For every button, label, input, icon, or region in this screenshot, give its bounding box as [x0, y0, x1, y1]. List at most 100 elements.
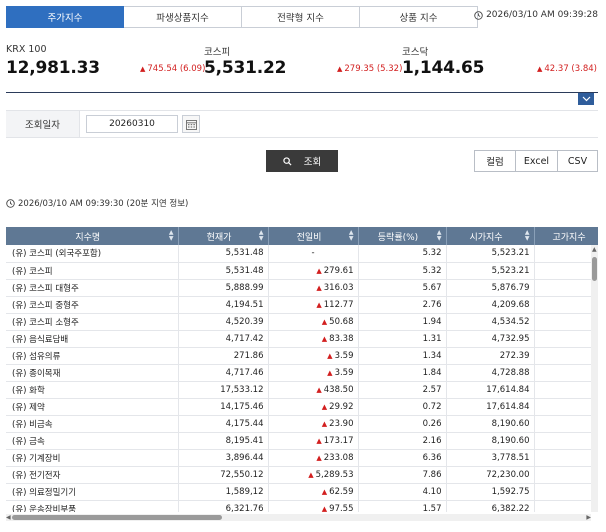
table-row[interactable]: (유) 제약 14,175.46 ▲29.92 0.72 17,614.84 17 [6, 398, 598, 416]
cell-open: 4,728.88 [446, 364, 535, 382]
cell-index-name: (유) 코스피 [6, 262, 179, 280]
cell-current-price-text: 271.86 [233, 350, 264, 361]
table-row[interactable]: (유) 기계장비 3,896.44 ▲233.08 6.36 3,778.51 3 [6, 449, 598, 467]
header-change[interactable]: 전일비 ▲ ▼ [268, 227, 359, 245]
table-header-row: 지수명 ▲ ▼ 현재가 ▲ ▼ 전일비 ▲ ▼ 등락률(%) ▲ ▼ 시가지수 ▲ ▼ 고가지수 [6, 227, 598, 245]
table-row[interactable]: (유) 운송장비부품 6,321.76 ▲97.55 1.57 6,382.22 6 [6, 500, 598, 512]
tab-strategy-index[interactable]: 전략형 지수 [242, 6, 360, 28]
cell-open-text: 6,382.22 [491, 503, 530, 513]
date-filter: 조회일자 [6, 110, 598, 138]
cell-index-name: (유) 코스피 (외국주포함) [6, 245, 179, 263]
table-row[interactable]: (유) 코스피 대형주 5,888.99 ▲316.03 5.67 5,876.79 5 [6, 279, 598, 297]
search-button[interactable]: 조회 [266, 150, 338, 172]
table-row[interactable]: (유) 종이목재 4,717.46 ▲3.59 1.84 4,728.88 4 [6, 364, 598, 382]
scroll-up-icon[interactable]: ▲ [592, 246, 597, 253]
tab-stock-index[interactable]: 주가지수 [6, 6, 124, 28]
cell-change-text: 233.08 [323, 452, 354, 463]
excel-button[interactable]: Excel [516, 150, 558, 172]
timestamp-delay-text: 2026/03/10 AM 09:39:30 (20분 지연 정보) [18, 199, 189, 209]
cell-index-name-text: (유) 코스피 중형주 [12, 300, 79, 311]
horizontal-scrollbar[interactable]: ◀ ▶ [6, 514, 591, 521]
cell-index-name: (유) 섬유의류 [6, 347, 179, 365]
cell-index-name-text: (유) 코스피 (외국주포함) [12, 249, 102, 260]
vertical-scrollbar[interactable]: ▲ [591, 245, 598, 512]
cell-current-price: 4,520.39 [178, 313, 269, 331]
table-row[interactable]: (유) 섬유의류 271.86 ▲ 3.59 1.34 272.39 [6, 347, 598, 365]
cell-current-price: 17,533.12 [178, 381, 269, 399]
header-open[interactable]: 시가지수 ▲ ▼ [446, 227, 535, 245]
table-row[interactable]: (유) 화학 17,533.12 ▲438.50 2.57 17,614.84 17 [6, 381, 598, 399]
scroll-right-icon[interactable]: ▶ [586, 514, 591, 521]
cell-high: 6 [534, 500, 598, 512]
cell-index-name: (유) 기계장비 [6, 449, 179, 467]
tab-commodity-index[interactable]: 상품 지수 [360, 6, 478, 28]
cell-index-name: (유) 코스피 대형주 [6, 279, 179, 297]
cell-index-name-text: (유) 코스피 소형주 [12, 317, 79, 328]
cell-index-name-text: (유) 비금속 [12, 419, 53, 430]
cell-current-price: 72,550.12 [178, 466, 269, 484]
table-row[interactable]: (유) 코스피 중형주 4,194.51 ▲112.77 2.76 4,209.68 4 [6, 296, 598, 314]
table-row[interactable]: (유) 코스피 (외국주포함) 5,531.48 - 5.32 5,523.21 [6, 245, 598, 263]
cell-open-text: 5,876.79 [491, 282, 530, 293]
cell-index-name-text: (유) 코스피 대형주 [12, 283, 79, 294]
index-change-kosdaq-text: 42.37 (3.84) [544, 64, 597, 74]
cell-high: 1 [534, 483, 598, 501]
cell-open: 72,230.00 [446, 466, 535, 484]
header-high[interactable]: 고가지수 [534, 227, 598, 245]
table-row[interactable]: (유) 금속 8,195.41 ▲173.17 2.16 8,190.60 8 [6, 432, 598, 450]
cell-current-price-text: 8,195.41 [225, 435, 264, 446]
cell-change: ▲ 3.59 [268, 347, 359, 365]
cell-open: 4,732.95 [446, 330, 535, 348]
cell-open-text: 5,523.21 [491, 265, 530, 276]
cell-index-name: (유) 음식료담배 [6, 330, 179, 348]
cell-change: ▲ 23.90 [268, 415, 359, 433]
vertical-scroll-thumb[interactable] [592, 257, 597, 281]
cell-change-rate-text: 4.10 [422, 486, 442, 497]
divider-line [6, 92, 598, 93]
calendar-button[interactable] [182, 115, 200, 133]
sort-icon: ▲ ▼ [524, 229, 530, 242]
cell-open: 17,614.84 [446, 398, 535, 416]
table-row[interactable]: (유) 전기전자 72,550.12 ▲5,289.53 7.86 72,230.00 7… [6, 466, 598, 484]
tab-derivatives-index[interactable]: 파생상품지수 [124, 6, 242, 28]
header-label: 등락률(%) [377, 232, 419, 243]
cell-current-price-text: 72,550.12 [220, 469, 264, 480]
up-triangle-icon: ▲ [308, 470, 314, 479]
header-change-rate[interactable]: 등락률(%) ▲ ▼ [358, 227, 447, 245]
scroll-left-icon[interactable]: ◀ [6, 514, 11, 521]
header-index-name[interactable]: 지수명 ▲ ▼ [6, 227, 179, 245]
header-current-price[interactable]: 현재가 ▲ ▼ [178, 227, 269, 245]
table-row[interactable]: (유) 코스피 소형주 4,520.39 ▲50.68 1.94 4,534.52 2 [6, 313, 598, 331]
cell-open: 8,190.60 [446, 415, 535, 433]
cell-open: 6,382.22 [446, 500, 535, 513]
cell-index-name-text: (유) 음식료담배 [12, 334, 69, 345]
cell-open: 17,614.84 [446, 381, 535, 399]
cell-high: 4 [534, 415, 598, 433]
cell-current-price: 8,195.41 [178, 432, 269, 450]
date-filter-label: 조회일자 [6, 111, 80, 137]
up-triangle-icon: ▲ [327, 351, 333, 360]
csv-button[interactable]: CSV [558, 150, 598, 172]
cell-open: 8,190.60 [446, 432, 535, 450]
cell-index-name: (유) 코스피 중형주 [6, 296, 179, 314]
table-row[interactable]: (유) 비금속 4,175.44 ▲23.90 0.26 8,190.60 4 [6, 415, 598, 433]
horizontal-scroll-thumb[interactable] [12, 515, 222, 520]
cell-change-rate-text: 5.32 [422, 265, 442, 276]
header-label: 고가지수 [552, 232, 586, 243]
cell-change: ▲ 279.61 [268, 262, 359, 280]
cell-current-price-text: 17,533.12 [220, 384, 264, 395]
table-row[interactable]: (유) 음식료담배 4,717.42 ▲83.38 1.31 4,732.95 4 [6, 330, 598, 348]
collapse-toggle-button[interactable] [578, 93, 594, 105]
index-name-kospi: 코스피 [204, 47, 231, 58]
table-row[interactable]: (유) 의료정밀기기 1,589,12 ▲62.59 4.10 1,592.75 1 [6, 483, 598, 501]
table-row[interactable]: (유) 코스피 5,531.48 ▲279.61 5.32 5,523.21 5 [6, 262, 598, 280]
cell-change: ▲ 3.59 [268, 364, 359, 382]
column-button[interactable]: 컬럼 [474, 150, 516, 172]
date-input[interactable] [86, 115, 178, 133]
up-triangle-icon: ▲ [321, 402, 328, 411]
cell-current-price-text: 14,175.46 [220, 401, 264, 412]
cell-index-name: (유) 의료정밀기기 [6, 483, 179, 501]
cell-change-text: 97.55 [329, 503, 354, 513]
search-button-label: 조회 [303, 157, 322, 168]
cell-current-price: 14,175.46 [178, 398, 269, 416]
